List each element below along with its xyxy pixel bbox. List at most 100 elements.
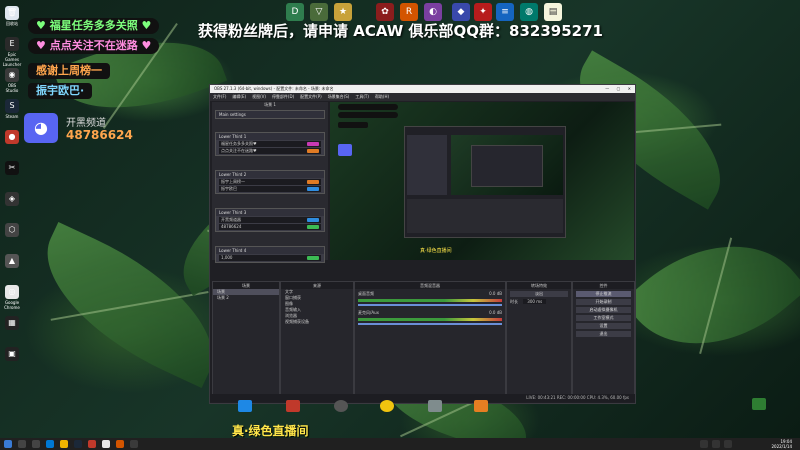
app-shortcut-icon[interactable]: ▽ [310,3,328,21]
edge-icon[interactable] [46,440,54,448]
steam-taskbar-icon[interactable] [74,440,82,448]
control-button[interactable]: 设置 [576,323,631,329]
control-button[interactable]: 工作室模式 [576,315,631,321]
app-shortcut-icon[interactable]: ◍ [520,3,538,21]
app-taskbar-icon[interactable] [88,440,96,448]
tray-icon[interactable] [700,440,708,448]
transition-select[interactable]: 淡出 [510,291,568,297]
menu-item[interactable]: 工具(T) [352,93,372,101]
search-icon[interactable] [18,440,26,448]
toggle-button[interactable] [307,187,319,191]
shortcut-icon[interactable] [238,400,252,412]
obs-window[interactable]: OBS 27.1.3 (64-bit, windows) - 配置文件: 未命名… [209,84,636,404]
chrome-icon: ◎ [5,285,19,299]
desktop-icon[interactable]: ✂ [2,161,22,176]
toggle-button[interactable] [307,256,319,260]
volume-slider[interactable] [358,323,502,325]
task-view-icon[interactable] [32,440,40,448]
toggle-button[interactable] [307,149,319,153]
lower-third-text-field[interactable]: 点点关注不在迷路♥ [219,148,321,154]
app-shortcut-icon[interactable]: ◆ [452,3,470,21]
obs-titlebar[interactable]: OBS 27.1.3 (64-bit, windows) - 配置文件: 未命名… [210,85,635,93]
scenes-dock: 场景 场景 场景 2 [212,281,280,395]
menu-item[interactable]: 配置文件(P) [297,93,325,101]
desktop-icon-label: Epic Games Launcher [2,52,22,67]
lower-third-text: 点点关注不在迷路♥ [221,148,257,153]
lower-third-block[interactable]: Lower Third 3 开黑频道器 48786624 [215,208,325,232]
volume-slider[interactable] [358,304,502,306]
app-shortcut-icon[interactable]: ★ [334,3,352,21]
desktop-icon[interactable]: ◉ OBS Studio [2,68,22,93]
close-icon[interactable]: ✕ [628,86,631,91]
desktop-icon[interactable]: 🗑 回收站 [2,6,22,27]
lower-third-block[interactable]: Main settings [215,110,325,119]
chrome-taskbar-icon[interactable] [102,440,110,448]
source-item[interactable]: 视频捕获设备 [281,319,353,325]
app-shortcut-icon[interactable]: ≡ [496,3,514,21]
app-shortcut-icon[interactable]: R [400,3,418,21]
desktop-icon[interactable]: ◎ Google Chrome [2,285,22,310]
control-button[interactable]: 开始录制 [576,299,631,305]
lower-third-text-field[interactable]: 福星任务多多关照♥ [219,141,321,147]
controls-list: 停止推流开始录制启动虚拟摄像机 工作室模式设置退出 [573,291,634,337]
lower-third-text-field[interactable]: 1,000 [219,255,321,261]
lower-third-block[interactable]: Lower Third 4 1,000 [215,246,325,263]
volume-icon[interactable] [724,440,732,448]
duration-input[interactable]: 300 ms [523,299,547,304]
scene-item[interactable]: 场景 2 [213,295,279,301]
menu-item[interactable]: 场景集合(S) [325,93,353,101]
desktop-icon[interactable]: ⬡ [2,223,22,238]
desktop-icon[interactable]: ◈ [2,192,22,207]
toggle-button[interactable] [307,218,319,222]
file-icon[interactable]: ▤ [544,3,562,21]
file-explorer-icon[interactable] [60,440,68,448]
toggle-button[interactable] [307,225,319,229]
nested-dock [407,135,447,195]
app-shortcut-icon[interactable]: ✦ [474,3,492,21]
lower-third-text-field[interactable]: 振宇上周榜一 [219,179,321,185]
desktop-icon[interactable]: S Steam [2,99,22,119]
window-controls[interactable]: — ▢ ✕ [605,85,631,93]
preview-banner [338,104,398,110]
wifi-icon[interactable] [712,440,720,448]
desktop-icon[interactable]: ● [2,130,22,145]
app-shortcut-icon[interactable]: ◐ [424,3,442,21]
windows-start-icon[interactable] [4,440,12,448]
overlay-banner-subscribe: ♥ 点点关注不在迷路 ♥ [28,38,160,54]
maximize-icon[interactable]: ▢ [617,86,621,91]
toggle-button[interactable] [307,142,319,146]
minimize-icon[interactable]: — [605,86,609,91]
obs-preview[interactable]: 真·绿色直播间 [330,102,634,260]
toggle-button[interactable] [307,180,319,184]
lower-third-text-field[interactable]: 开黑频道器 [219,217,321,223]
shortcut-icon[interactable] [380,400,394,412]
leaf-decoration [622,204,800,386]
lower-third-title: Main settings [216,111,324,118]
menu-item[interactable]: 停靠部件(D) [269,93,297,101]
obs-taskbar-icon[interactable] [130,440,138,448]
shortcut-icon[interactable] [334,400,348,412]
control-button[interactable]: 启动虚拟摄像机 [576,307,631,313]
tray-clock[interactable]: 19:04 2022/1/14 [771,439,792,449]
menu-item[interactable]: 编辑(E) [229,93,249,101]
lower-third-block[interactable]: Lower Third 1 福星任务多多关照♥ 点点关注不在迷路♥ [215,132,325,156]
desktop-icon[interactable]: ▦ [2,316,22,331]
desktop-icon[interactable]: ▲ [2,254,22,269]
control-button[interactable]: 退出 [576,331,631,337]
desktop-icon[interactable]: ▣ [2,347,22,362]
shortcut-icon[interactable] [286,400,300,412]
shortcut-icon[interactable] [752,398,766,410]
menu-item[interactable]: 文件(F) [210,93,229,101]
control-button[interactable]: 停止推流 [576,291,631,297]
lower-third-text-field[interactable]: 48786624 [219,224,321,230]
menu-item[interactable]: 视图(V) [249,93,269,101]
app-shortcut-icon[interactable]: D [286,3,304,21]
menu-item[interactable]: 帮助(H) [372,93,392,101]
desktop-icon[interactable]: E Epic Games Launcher [2,37,22,67]
lower-third-text-field[interactable]: 振宇欧巴 [219,186,321,192]
lower-third-block[interactable]: Lower Third 2 振宇上周榜一 振宇欧巴 [215,170,325,194]
shortcut-icon[interactable] [474,400,488,412]
app-shortcut-icon[interactable]: ✿ [376,3,394,21]
app-taskbar-icon[interactable] [116,440,124,448]
shortcut-icon[interactable] [428,400,442,412]
